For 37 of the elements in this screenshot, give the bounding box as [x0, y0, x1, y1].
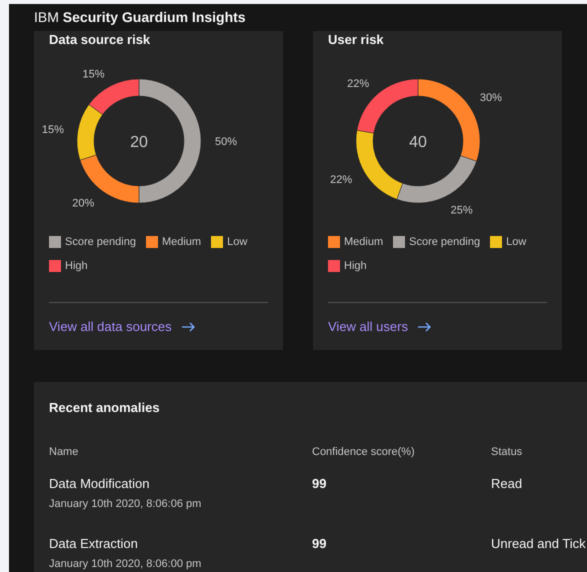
arrow-right-icon [182, 322, 196, 332]
status-cell-text: Read [491, 475, 522, 493]
legend-label: Low [227, 234, 248, 250]
percent-label: 15% [82, 68, 104, 80]
column-header: Name [49, 444, 80, 460]
arrow-right-icon [418, 322, 432, 332]
total-count: 40 [409, 134, 427, 150]
legend-label: Score pending [409, 234, 480, 250]
percent-label: 22% [330, 174, 352, 186]
anomaly-time: January 10th 2020, 8:06:00 pm [49, 556, 202, 572]
legend-label: High [65, 259, 88, 274]
legend-label: Low [506, 234, 526, 250]
legend-label: Medium [344, 234, 384, 250]
percent-label: 15% [42, 124, 64, 136]
score-cell-text: 99 [312, 475, 328, 493]
percent-label: 22% [347, 77, 370, 90]
percent-label: 20% [72, 196, 94, 209]
percent-label: 25% [450, 204, 473, 216]
card-title: Recent anomalies [49, 399, 161, 417]
percent-label: 30% [480, 91, 502, 104]
legend-label: Score pending [65, 234, 136, 250]
anomaly-time: January 10th 2020, 8:06:06 pm [49, 496, 202, 512]
column-header: Confidence score(%) [312, 444, 416, 460]
total-count: 20 [130, 134, 148, 150]
score-cell-text: 99 [312, 535, 328, 553]
view-all-link[interactable]: View all users [328, 316, 432, 336]
legend-label: High [344, 259, 367, 274]
app-title: IBM Security Guardium Insights [33, 8, 247, 27]
anomaly-name: Data Modification [49, 475, 150, 493]
card-title: Data source risk [49, 31, 152, 49]
anomaly-name: Data Extraction [49, 535, 139, 553]
status-cell-text: Unread and Tick [491, 535, 586, 553]
percent-label: 50% [215, 136, 238, 148]
view-all-link[interactable]: View all data sources [49, 316, 196, 336]
legend-label: Medium [162, 234, 202, 250]
column-header: Status [491, 444, 522, 460]
card-title: User risk [328, 31, 385, 49]
